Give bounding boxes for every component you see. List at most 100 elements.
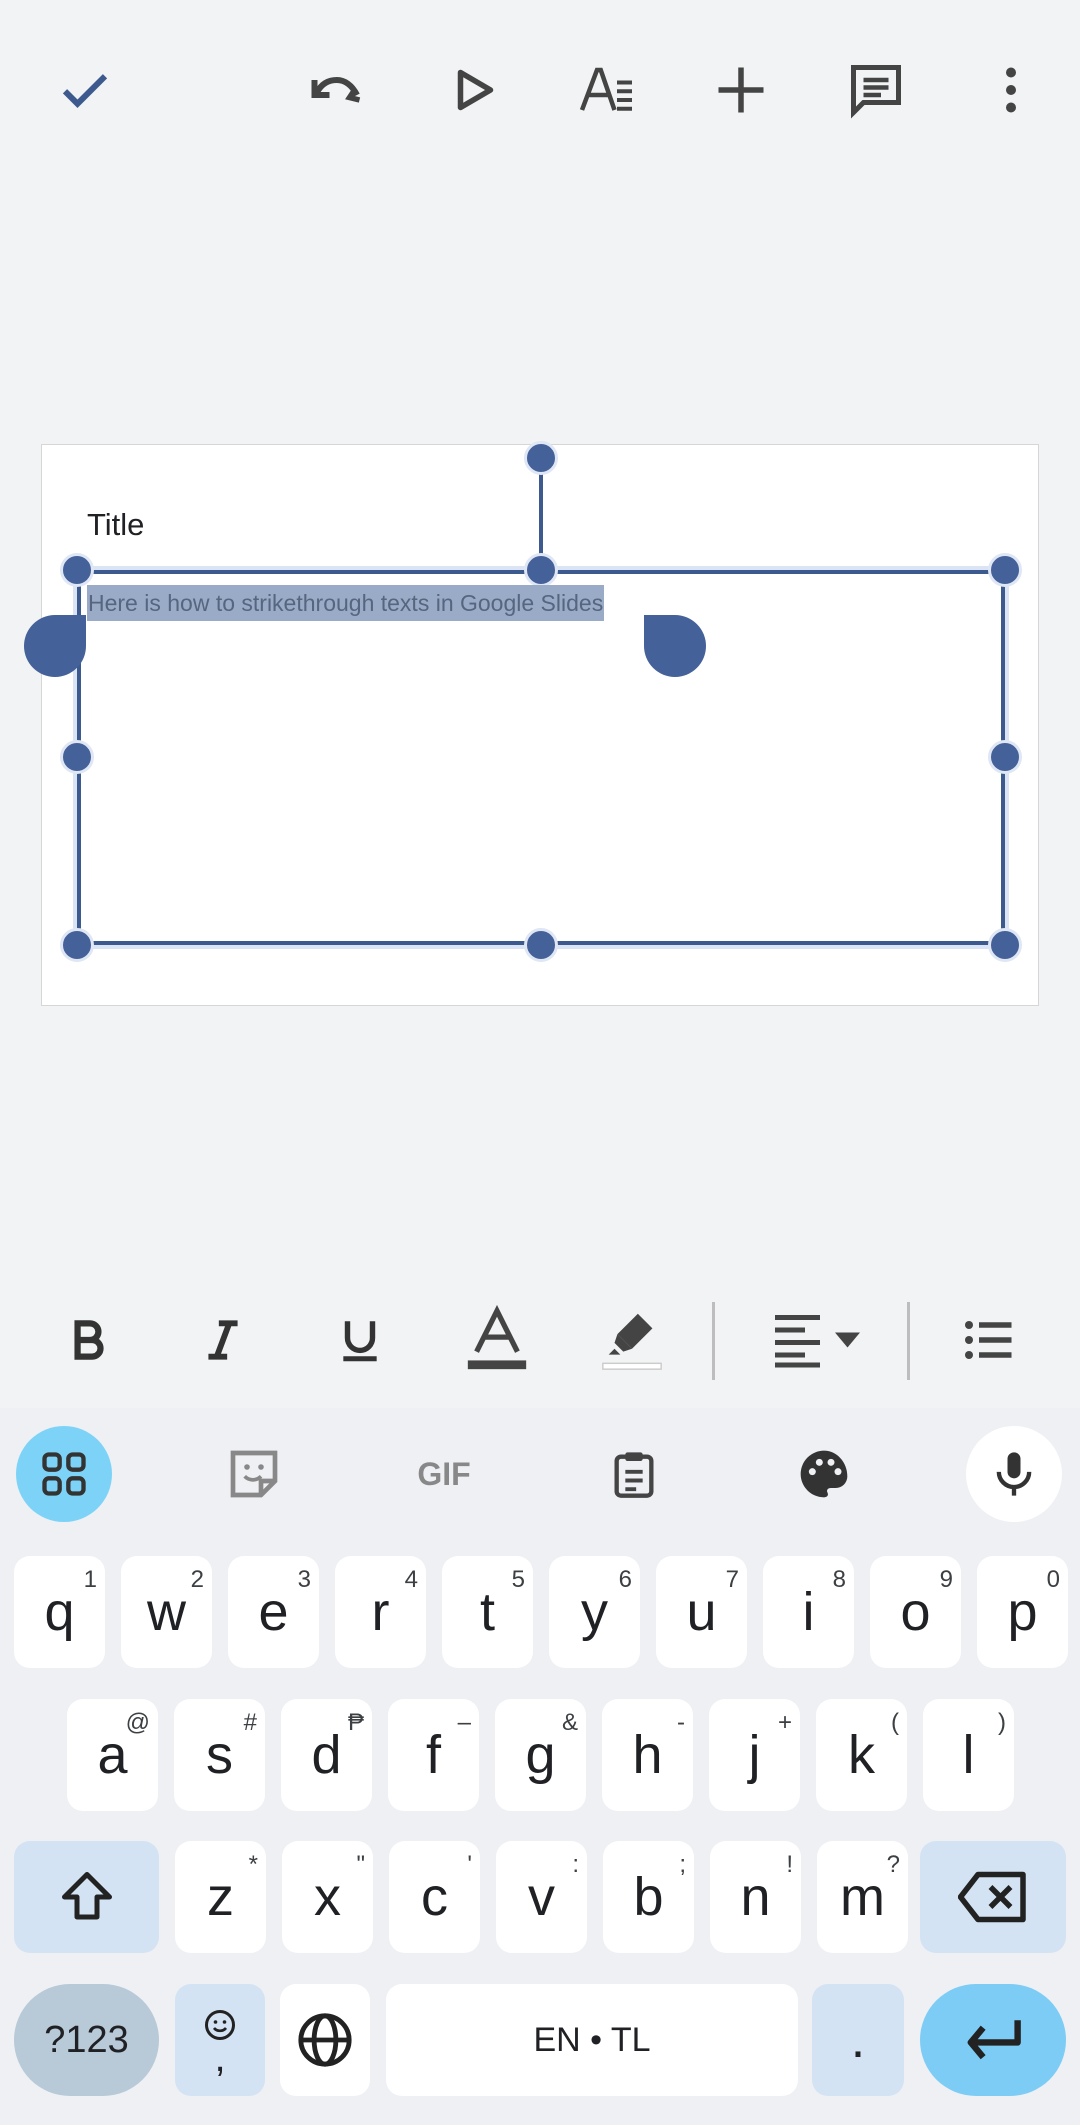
text-color-icon[interactable] (452, 1295, 542, 1385)
key-hint: * (248, 1851, 258, 1878)
key-hint: @ (125, 1709, 150, 1736)
key-a[interactable]: a @ (67, 1699, 158, 1811)
key-f[interactable]: f – (388, 1699, 479, 1811)
key-d[interactable]: d ₱ (281, 1699, 372, 1811)
key-label: j (748, 1725, 761, 1785)
resize-handle-bottom-left[interactable] (60, 928, 94, 962)
resize-handle-bottom-right[interactable] (988, 928, 1022, 962)
key-q[interactable]: q1 (14, 1556, 105, 1668)
sticker-icon[interactable] (206, 1426, 302, 1522)
key-hint: ' (467, 1851, 472, 1878)
key-r[interactable]: r4 (335, 1556, 426, 1668)
backspace-key[interactable] (920, 1841, 1066, 1953)
key-n[interactable]: n! (710, 1841, 801, 1953)
underline-icon[interactable] (315, 1295, 405, 1385)
key-label: h (632, 1725, 663, 1785)
text-format-icon[interactable] (567, 50, 647, 130)
key-x[interactable]: x " (282, 1841, 373, 1953)
key-label: g (525, 1725, 556, 1785)
key-e[interactable]: e3 (228, 1556, 319, 1668)
key-label: t (479, 1582, 495, 1642)
key-label: y (581, 1582, 608, 1642)
key-v[interactable]: v: (496, 1841, 587, 1953)
key-u[interactable]: u7 (656, 1556, 747, 1668)
key-z[interactable]: z * (175, 1841, 266, 1953)
rotate-handle[interactable] (524, 441, 558, 475)
shift-key[interactable] (14, 1841, 159, 1953)
key-hint: 7 (725, 1566, 739, 1593)
selection-start-handle[interactable] (24, 615, 86, 677)
palette-icon[interactable] (776, 1426, 872, 1522)
key-b[interactable]: b; (603, 1841, 694, 1953)
key-t[interactable]: t5 (442, 1556, 533, 1668)
enter-key[interactable] (920, 1984, 1066, 2096)
add-icon[interactable] (701, 50, 781, 130)
clipboard-icon[interactable] (586, 1426, 682, 1522)
selection-end-handle[interactable] (644, 615, 706, 677)
resize-handle-top-left[interactable] (60, 553, 94, 587)
key-p[interactable]: p0 (977, 1556, 1068, 1668)
key-hint: " (356, 1851, 365, 1878)
apps-grid-icon[interactable] (16, 1426, 112, 1522)
key-s[interactable]: s # (174, 1699, 265, 1811)
key-hint: + (777, 1709, 792, 1736)
key-y[interactable]: y6 (549, 1556, 640, 1668)
selected-body-text[interactable]: Here is how to strikethrough texts in Go… (87, 585, 605, 621)
language-globe-icon[interactable] (280, 1984, 370, 2096)
slide-canvas[interactable]: Title Here is how to strikethrough texts… (24, 441, 1039, 1006)
gif-icon[interactable]: GIF (396, 1426, 492, 1522)
key-i[interactable]: i8 (763, 1556, 854, 1668)
key-o[interactable]: o9 (870, 1556, 961, 1668)
key-label: o (900, 1582, 931, 1642)
key-hint: ) (998, 1709, 1006, 1736)
key-hint: 8 (832, 1566, 846, 1593)
key-hint: ( (891, 1709, 899, 1736)
key-label: c (421, 1867, 448, 1927)
period-key[interactable]: . (812, 1984, 904, 2096)
key-l[interactable]: l) (923, 1699, 1014, 1811)
resize-handle-top[interactable] (524, 553, 558, 587)
resize-handle-top-right[interactable] (988, 553, 1022, 587)
key-label: v (528, 1867, 555, 1927)
key-label: l (962, 1725, 975, 1785)
align-left-icon[interactable] (765, 1295, 875, 1385)
key-j[interactable]: j + (709, 1699, 800, 1811)
key-g[interactable]: g & (495, 1699, 586, 1811)
italic-icon[interactable] (178, 1295, 268, 1385)
key-h[interactable]: h- (602, 1699, 693, 1811)
key-label: q (44, 1582, 75, 1642)
slide-title[interactable]: Title (87, 507, 144, 543)
mic-icon[interactable] (966, 1426, 1062, 1522)
emoji-comma-key[interactable]: , (175, 1984, 265, 2096)
key-c[interactable]: c ' (389, 1841, 480, 1953)
format-separator (712, 1302, 715, 1380)
key-hint: 0 (1046, 1566, 1060, 1593)
highlight-icon[interactable] (587, 1295, 677, 1385)
space-key[interactable]: EN • TL (386, 1984, 798, 2096)
more-vert-icon[interactable] (971, 50, 1051, 130)
play-icon[interactable] (433, 50, 513, 130)
comment-icon[interactable] (836, 50, 916, 130)
bulleted-list-icon[interactable] (944, 1295, 1034, 1385)
key-m[interactable]: m? (817, 1841, 908, 1953)
check-icon[interactable] (45, 50, 125, 130)
key-w[interactable]: w2 (121, 1556, 212, 1668)
symbols-key[interactable]: ?123 (14, 1984, 159, 2096)
key-label: s (206, 1725, 233, 1785)
key-hint: 5 (511, 1566, 525, 1593)
bold-icon[interactable] (43, 1295, 133, 1385)
key-k[interactable]: k( (816, 1699, 907, 1811)
undo-icon[interactable] (297, 50, 377, 130)
format-toolbar (0, 1290, 1080, 1390)
resize-handle-right[interactable] (988, 740, 1022, 774)
key-hint: 1 (83, 1566, 97, 1593)
key-label: n (740, 1867, 771, 1927)
key-label: f (425, 1725, 441, 1785)
resize-handle-bottom[interactable] (524, 928, 558, 962)
resize-handle-left[interactable] (60, 740, 94, 774)
key-hint: 4 (404, 1566, 418, 1593)
key-label: p (1007, 1582, 1038, 1642)
key-label: z (207, 1867, 234, 1927)
text-box-selection-frame[interactable] (77, 570, 1005, 945)
key-label: a (97, 1725, 128, 1785)
